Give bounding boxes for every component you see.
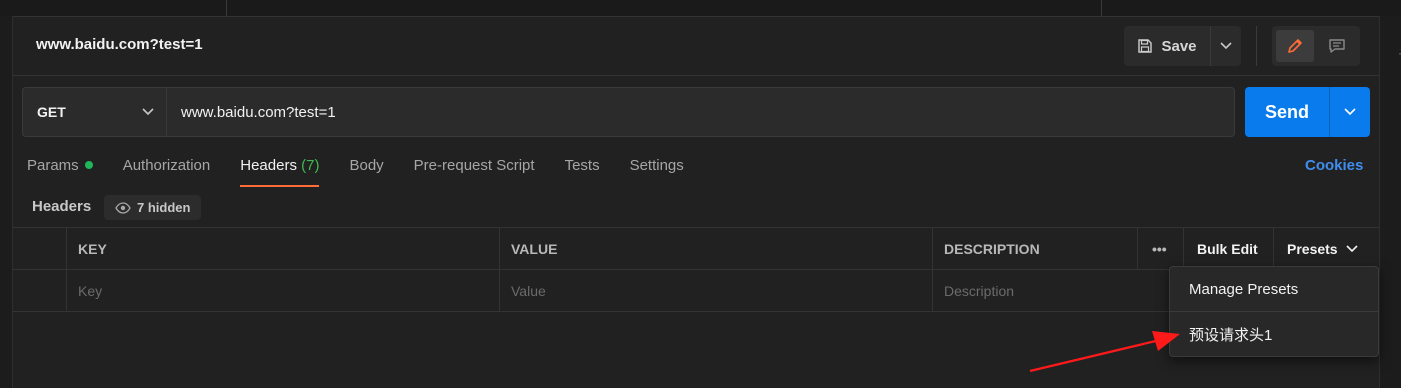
tab-authorization[interactable]: Authorization: [123, 157, 211, 187]
save-button[interactable]: Save: [1124, 26, 1210, 66]
request-title[interactable]: www.baidu.com?test=1: [36, 36, 203, 53]
edit-mode-button[interactable]: [1276, 30, 1314, 62]
headers-section-label: Headers: [32, 198, 92, 215]
url-input[interactable]: www.baidu.com?test=1: [166, 87, 1235, 137]
tab-label: Body: [349, 157, 384, 174]
tab-label: Params: [27, 157, 79, 174]
save-label: Save: [1161, 37, 1197, 55]
view-mode-toggle: [1272, 26, 1360, 66]
save-group: Save: [1124, 26, 1241, 66]
hidden-headers-toggle[interactable]: 7 hidden: [104, 195, 202, 220]
presets-dropdown[interactable]: Presets: [1273, 228, 1379, 269]
comment-icon: [1329, 39, 1345, 53]
left-sidebar-edge: [0, 16, 13, 388]
right-sidebar-edge: ·: [1379, 16, 1401, 388]
tab-body[interactable]: Body: [349, 157, 383, 187]
method-select[interactable]: GET: [22, 87, 166, 137]
eye-icon: [115, 201, 131, 214]
value-column-header: VALUE: [499, 228, 932, 269]
preset-item[interactable]: 预设请求头1: [1170, 312, 1378, 356]
chevron-down-icon: [1346, 244, 1358, 252]
tab-tests[interactable]: Tests: [565, 157, 600, 187]
column-options-button[interactable]: •••: [1137, 228, 1183, 269]
tab-label: Authorization: [122, 157, 211, 174]
tab-settings[interactable]: Settings: [630, 157, 684, 187]
tab-divider: [226, 0, 227, 16]
params-status-dot: [84, 161, 93, 169]
key-input[interactable]: Key: [66, 270, 499, 311]
value-input[interactable]: Value: [499, 270, 932, 311]
headers-count: (7): [301, 157, 320, 174]
bulk-edit-button[interactable]: Bulk Edit: [1183, 228, 1273, 269]
tab-label: Tests: [564, 157, 600, 174]
save-icon: [1138, 39, 1153, 53]
tab-headers[interactable]: Headers (7): [240, 157, 320, 187]
tab-label: Headers: [240, 157, 297, 174]
request-tabs: Params Authorization Headers (7) Body Pr…: [27, 157, 684, 187]
chevron-down-icon: [142, 108, 154, 116]
chevron-down-icon: [1220, 42, 1232, 50]
description-column-header: DESCRIPTION: [932, 228, 1137, 269]
presets-menu: Manage Presets 预设请求头1: [1169, 266, 1379, 357]
cookies-link[interactable]: Cookies: [1305, 157, 1363, 174]
chevron-down-icon: [1344, 108, 1356, 116]
tab-divider: [1101, 0, 1102, 16]
send-dropdown-button[interactable]: [1329, 87, 1370, 137]
table-header-row: KEY VALUE DESCRIPTION ••• Bulk Edit Pres…: [12, 227, 1379, 270]
top-tab-strip: [0, 0, 1401, 17]
url-text: www.baidu.com?test=1: [181, 103, 336, 121]
save-dropdown-button[interactable]: [1210, 26, 1241, 66]
comments-mode-button[interactable]: [1318, 30, 1356, 62]
tab-pre-request-script[interactable]: Pre-request Script: [414, 157, 535, 187]
tab-label: Pre-request Script: [413, 157, 535, 174]
tab-params[interactable]: Params: [27, 157, 93, 187]
method-label: GET: [37, 104, 66, 120]
presets-label: Presets: [1287, 240, 1338, 257]
tab-label: Settings: [629, 157, 684, 174]
send-button[interactable]: Send: [1245, 87, 1329, 137]
header-divider: [12, 75, 1379, 76]
pencil-icon: [1288, 39, 1302, 53]
send-group: Send: [1245, 87, 1370, 137]
manage-presets-item[interactable]: Manage Presets: [1170, 267, 1378, 311]
toolbar-divider: [1256, 26, 1257, 66]
key-column-header: KEY: [66, 228, 499, 269]
hidden-count-label: 7 hidden: [137, 200, 191, 215]
